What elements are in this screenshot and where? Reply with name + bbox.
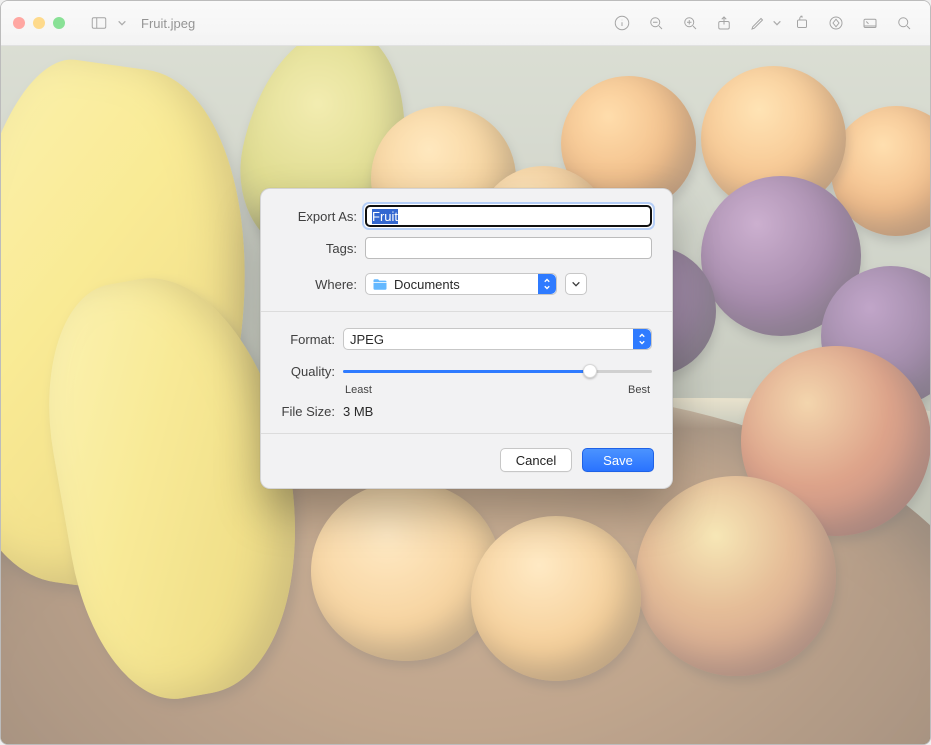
close-window-button[interactable] <box>13 17 25 29</box>
zoom-in-button[interactable] <box>676 11 704 35</box>
filesize-value: 3 MB <box>343 404 373 419</box>
window-title: Fruit.jpeg <box>141 16 195 31</box>
markup-menu-chevron-icon[interactable] <box>772 18 782 28</box>
titlebar: Fruit.jpeg <box>1 1 930 46</box>
save-button-label: Save <box>603 453 633 468</box>
quality-label: Quality: <box>281 364 343 379</box>
where-label: Where: <box>281 277 365 292</box>
filesize-label: File Size: <box>281 404 343 419</box>
export-as-label: Export As: <box>281 209 365 224</box>
quality-least-label: Least <box>345 384 372 396</box>
share-button[interactable] <box>710 11 738 35</box>
tags-label: Tags: <box>281 241 365 256</box>
quality-slider[interactable] <box>343 360 652 382</box>
tags-field[interactable] <box>365 237 652 259</box>
folder-icon <box>372 278 388 291</box>
minimize-window-button[interactable] <box>33 17 45 29</box>
format-popup[interactable]: JPEG <box>343 328 652 350</box>
info-button[interactable] <box>608 11 636 35</box>
export-sheet: Export As: Tags: Where: Documents <box>260 188 673 489</box>
zoom-out-button[interactable] <box>642 11 670 35</box>
quality-best-label: Best <box>628 384 650 396</box>
sidebar-toggle-button[interactable] <box>85 11 113 35</box>
preview-window: Fruit.jpeg <box>0 0 931 745</box>
sidebar-menu-chevron-icon[interactable] <box>117 18 127 28</box>
where-popup[interactable]: Documents <box>365 273 557 295</box>
markup-toolbar-button[interactable] <box>822 11 850 35</box>
rotate-button[interactable] <box>788 11 816 35</box>
cancel-button[interactable]: Cancel <box>500 448 572 472</box>
traffic-lights <box>13 17 65 29</box>
popup-stepper-icon <box>633 329 651 349</box>
popup-stepper-icon <box>538 274 556 294</box>
cancel-button-label: Cancel <box>516 453 556 468</box>
save-button[interactable]: Save <box>582 448 654 472</box>
save-location-section: Export As: Tags: Where: Documents <box>261 189 672 311</box>
export-filename-field[interactable] <box>365 205 652 227</box>
crop-button[interactable] <box>856 11 884 35</box>
search-button[interactable] <box>890 11 918 35</box>
format-section: Format: JPEG Quality: Least <box>261 312 672 433</box>
markup-pencil-button[interactable] <box>744 11 772 35</box>
zoom-window-button[interactable] <box>53 17 65 29</box>
where-value: Documents <box>394 277 460 292</box>
format-label: Format: <box>281 332 343 347</box>
slider-thumb[interactable] <box>583 364 597 378</box>
sheet-footer: Cancel Save <box>261 434 672 488</box>
format-value: JPEG <box>350 332 384 347</box>
expand-save-dialog-button[interactable] <box>565 273 587 295</box>
toolbar-right <box>608 11 918 35</box>
